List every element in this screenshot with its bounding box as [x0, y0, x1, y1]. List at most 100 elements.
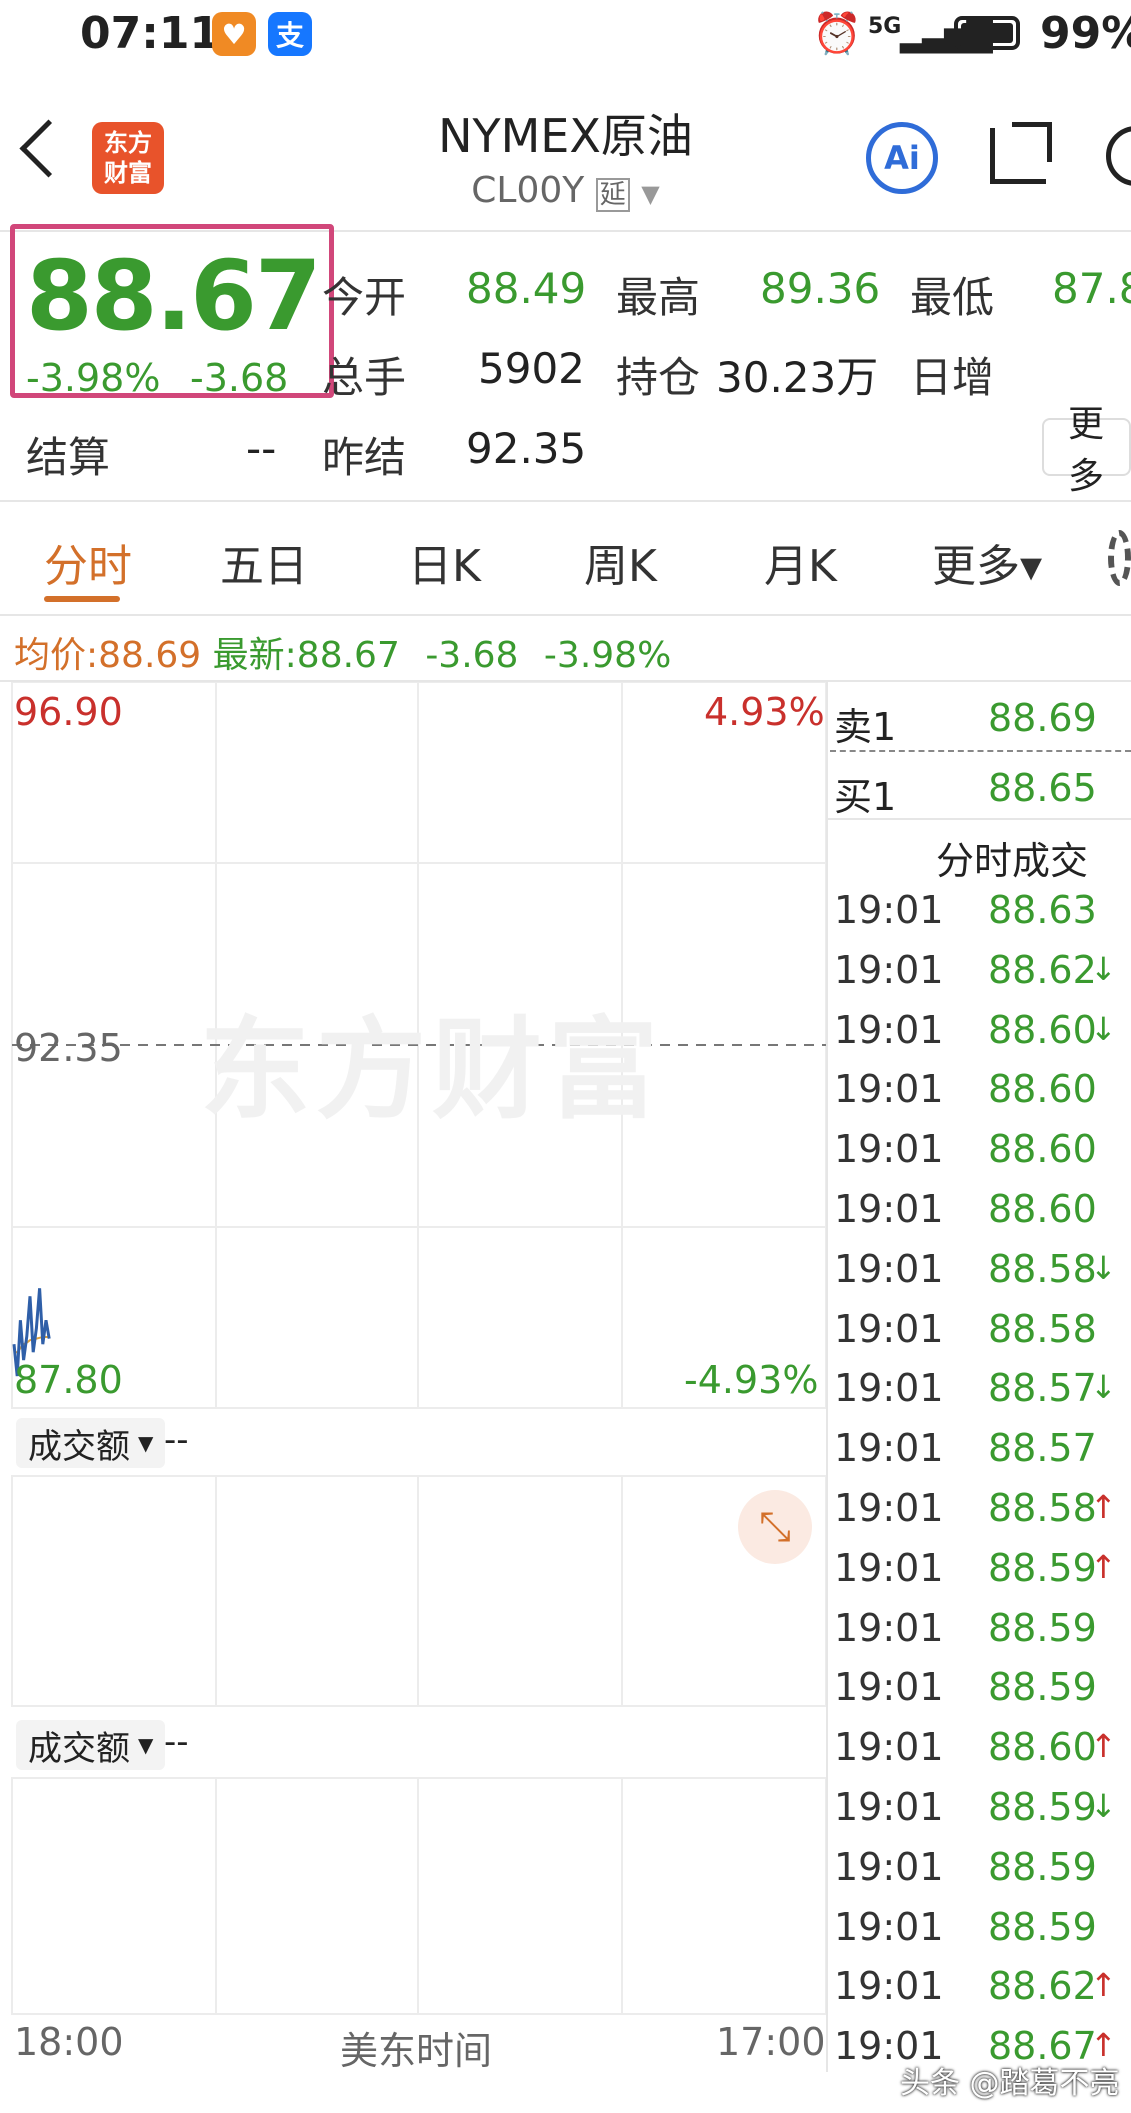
tab-five-day[interactable]: 五日	[220, 530, 308, 594]
y-mid-label: 92.35	[14, 1026, 123, 1070]
volume-panel-selector-1[interactable]: 成交额 ▼	[16, 1418, 166, 1468]
chevron-down-icon: ▼	[138, 1431, 154, 1455]
delay-badge: 延	[595, 177, 630, 212]
trade-price: 88.59	[988, 1785, 1097, 1829]
instrument-title: NYMEX原油	[438, 109, 693, 163]
trade-row: 19:01 88.60 ↑	[834, 1725, 1131, 1781]
instrument-code-row[interactable]: CL00Y 延 ▼	[0, 170, 1131, 212]
watermark: 东方财富	[200, 1006, 664, 1134]
open-interest-value: 30.23万	[716, 353, 879, 402]
tab-weekly-k[interactable]: 周K	[584, 530, 657, 594]
trade-time: 19:01	[834, 1665, 944, 1710]
trade-row: 19:01 88.59 ↓	[834, 1785, 1131, 1841]
tab-monthly-k[interactable]: 月K	[764, 530, 837, 594]
settle-value: --	[246, 424, 277, 473]
open-interest-label: 持仓	[616, 353, 701, 402]
arrow-up-icon: ↑	[1090, 1966, 1117, 2005]
trade-price: 88.63	[988, 888, 1097, 932]
x-end-label: 17:00	[716, 2020, 826, 2064]
x-mid-label: 美东时间	[340, 2029, 493, 2073]
trade-price: 88.59	[988, 1904, 1097, 1949]
trade-row: 19:01 88.60	[834, 1127, 1131, 1183]
trade-row: 19:01 88.58 ↑	[834, 1486, 1131, 1542]
trade-price: 88.59	[988, 1665, 1097, 1710]
intraday-chart[interactable]	[0, 682, 828, 2022]
buy1-price: 88.65	[988, 766, 1097, 810]
volume-panel-selector-2[interactable]: 成交额 ▼	[16, 1720, 166, 1770]
trade-time: 19:01	[834, 1246, 944, 1291]
trade-time: 19:01	[834, 1844, 944, 1889]
book-divider	[830, 750, 1131, 752]
latest-value: 88.67	[296, 635, 400, 676]
change-value: -3.68	[190, 356, 289, 400]
trade-time: 19:01	[834, 1605, 944, 1650]
battery-percent: 99%	[1040, 8, 1131, 59]
high-value: 89.36	[760, 264, 881, 313]
trade-row: 19:01 88.62 ↑	[834, 1964, 1131, 2020]
avg-label: 均价:	[14, 635, 99, 676]
credit-watermark: 头条 @踏葛不亮	[900, 2066, 1120, 2101]
low-label: 最低	[910, 273, 995, 322]
high-label: 最高	[616, 273, 701, 322]
sell1-label: 卖1	[834, 705, 897, 749]
trade-price: 88.60	[988, 1127, 1097, 1172]
trade-row: 19:01 88.59	[834, 1845, 1131, 1901]
volume-panel-label-1: 成交额	[28, 1426, 130, 1467]
info-line: 均价:88.69 最新:88.67 -3.68 -3.98%	[14, 626, 671, 678]
chevron-down-icon: ▼	[641, 180, 660, 208]
volume-panel-value-1: --	[164, 1420, 189, 1460]
trade-price: 88.59	[988, 1605, 1097, 1650]
y-min-label: 87.80	[14, 1358, 123, 1402]
last-price: 88.67	[26, 240, 322, 352]
avg-value: 88.69	[98, 635, 202, 676]
low-value: 87.8	[1052, 264, 1131, 313]
more-fields-button[interactable]: 更多	[1042, 404, 1131, 497]
arrow-up-icon: ↑	[1090, 1488, 1117, 1526]
trade-price: 88.58	[988, 1486, 1097, 1530]
volume-label: 总手	[322, 353, 407, 402]
arrow-up-icon: ↑	[1090, 1547, 1117, 1586]
ai-assistant-button[interactable]: Ai	[866, 122, 938, 194]
prev-settle-label: 昨结	[322, 433, 407, 482]
info-change-pct: -3.98%	[543, 635, 672, 676]
trade-row: 19:01 88.60	[834, 1067, 1131, 1123]
trade-price: 88.60	[988, 1725, 1097, 1770]
tab-active-indicator	[44, 596, 120, 602]
trade-row: 19:01 88.59	[834, 1665, 1131, 1721]
y-max-label: 96.90	[14, 690, 123, 734]
expand-icon[interactable]: ⤡	[738, 1490, 812, 1564]
gear-icon[interactable]	[1108, 530, 1131, 586]
trade-price: 88.62	[988, 947, 1097, 992]
alarm-icon: ⏰	[812, 11, 862, 57]
trade-row: 19:01 88.59	[834, 1905, 1131, 1961]
pct-min-label: -4.93%	[684, 1358, 819, 1402]
trade-price: 88.62	[988, 1964, 1097, 2009]
trade-time: 19:01	[834, 1067, 944, 1112]
trade-time: 19:01	[834, 1785, 944, 1829]
trade-row: 19:01 88.57	[834, 1426, 1131, 1482]
alipay-icon: 支	[268, 12, 312, 56]
tab-intraday[interactable]: 分时	[44, 530, 132, 594]
pct-max-label: 4.93%	[704, 690, 825, 734]
sell1-price: 88.69	[988, 696, 1097, 740]
settle-label: 结算	[26, 433, 111, 482]
tab-more[interactable]: 更多▾	[932, 530, 1042, 594]
daily-increase-label: 日增	[910, 353, 995, 402]
volume-panel-label-2: 成交额	[28, 1728, 130, 1769]
instrument-code: CL00Y	[471, 170, 585, 211]
trade-time: 19:01	[834, 1007, 944, 1052]
trade-row: 19:01 88.58 ↓	[834, 1247, 1131, 1303]
arrow-up-icon: ↑	[1090, 1727, 1117, 1766]
tab-daily-k[interactable]: 日K	[408, 530, 481, 594]
trade-row: 19:01 88.59 ↑	[834, 1546, 1131, 1602]
change-percent: -3.98%	[26, 356, 161, 400]
trade-price: 88.59	[988, 1844, 1097, 1889]
share-arrow-icon	[1012, 122, 1052, 162]
trade-price: 88.57	[988, 1366, 1097, 1411]
chevron-down-icon: ▼	[138, 1733, 154, 1757]
trade-row: 19:01 88.58	[834, 1307, 1131, 1363]
trade-row: 19:01 88.60 ↓	[834, 1008, 1131, 1064]
trade-time: 19:01	[834, 1187, 944, 1231]
trade-row: 19:01 88.59	[834, 1606, 1131, 1662]
arrow-down-icon: ↓	[1090, 1368, 1117, 1407]
